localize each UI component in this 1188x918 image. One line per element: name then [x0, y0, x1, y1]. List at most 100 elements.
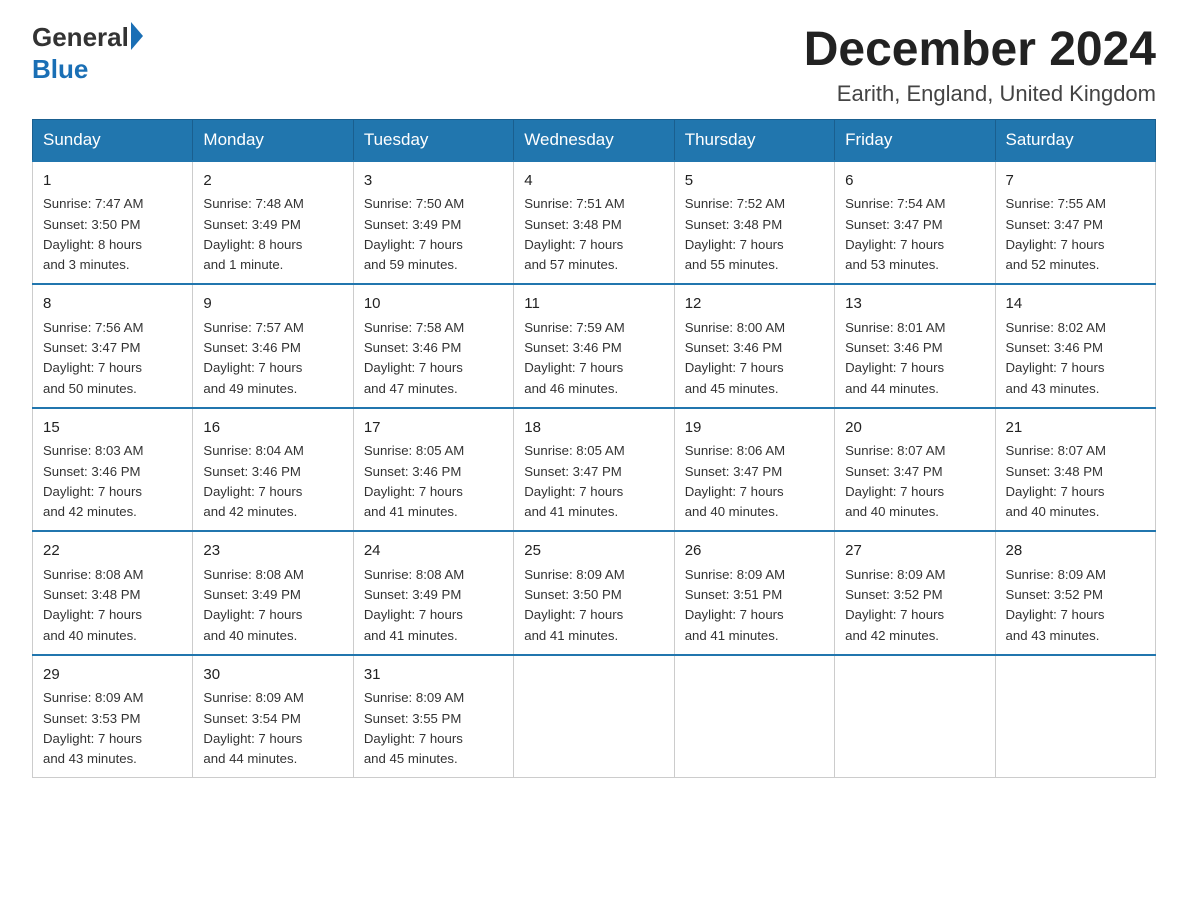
header-day-sunday: Sunday: [33, 119, 193, 161]
week-row-4: 22Sunrise: 8:08 AMSunset: 3:48 PMDayligh…: [33, 531, 1156, 655]
day-info: Sunrise: 7:50 AMSunset: 3:49 PMDaylight:…: [364, 196, 464, 272]
day-info: Sunrise: 8:09 AMSunset: 3:50 PMDaylight:…: [524, 567, 624, 643]
header-day-friday: Friday: [835, 119, 995, 161]
day-number: 26: [685, 540, 824, 563]
week-row-2: 8 Sunrise: 7:56 AMSunset: 3:47 PMDaylight…: [33, 284, 1156, 408]
day-number: 31: [364, 664, 503, 687]
day-info: Sunrise: 7:55 AMSunset: 3:47 PMDaylight:…: [1006, 196, 1106, 272]
calendar-cell: 15Sunrise: 8:03 AMSunset: 3:46 PMDayligh…: [33, 408, 193, 532]
calendar-cell: 26 Sunrise: 8:09 AMSunset: 3:51 PMDayligh…: [674, 531, 834, 655]
calendar-body: 1 Sunrise: 7:47 AMSunset: 3:50 PMDaylight…: [33, 161, 1156, 778]
header-day-monday: Monday: [193, 119, 353, 161]
day-number: 20: [845, 417, 984, 440]
calendar-cell: 31 Sunrise: 8:09 AMSunset: 3:55 PMDayligh…: [353, 655, 513, 778]
day-number: 24: [364, 540, 503, 563]
calendar-cell: 28Sunrise: 8:09 AMSunset: 3:52 PMDayligh…: [995, 531, 1155, 655]
page-header: General Blue December 2024 Earith, Engla…: [32, 24, 1156, 107]
calendar-cell: 14 Sunrise: 8:02 AMSunset: 3:46 PMDayligh…: [995, 284, 1155, 408]
day-info: Sunrise: 7:52 AMSunset: 3:48 PMDaylight:…: [685, 196, 785, 272]
week-row-5: 29 Sunrise: 8:09 AMSunset: 3:53 PMDayligh…: [33, 655, 1156, 778]
day-info: Sunrise: 8:09 AMSunset: 3:52 PMDaylight:…: [845, 567, 945, 643]
day-number: 25: [524, 540, 663, 563]
header-row: SundayMondayTuesdayWednesdayThursdayFrid…: [33, 119, 1156, 161]
day-number: 6: [845, 170, 984, 193]
day-number: 5: [685, 170, 824, 193]
day-info: Sunrise: 8:08 AMSunset: 3:49 PMDaylight:…: [364, 567, 464, 643]
logo-triangle-icon: [131, 22, 143, 50]
location-subtitle: Earith, England, United Kingdom: [804, 81, 1156, 107]
day-info: Sunrise: 7:59 AMSunset: 3:46 PMDaylight:…: [524, 320, 624, 396]
calendar-cell: 17 Sunrise: 8:05 AMSunset: 3:46 PMDayligh…: [353, 408, 513, 532]
day-number: 13: [845, 293, 984, 316]
calendar-cell: 9 Sunrise: 7:57 AMSunset: 3:46 PMDaylight…: [193, 284, 353, 408]
calendar-cell: 22Sunrise: 8:08 AMSunset: 3:48 PMDayligh…: [33, 531, 193, 655]
day-info: Sunrise: 8:09 AMSunset: 3:53 PMDaylight:…: [43, 690, 143, 766]
day-info: Sunrise: 7:47 AMSunset: 3:50 PMDaylight:…: [43, 196, 143, 272]
day-info: Sunrise: 8:09 AMSunset: 3:51 PMDaylight:…: [685, 567, 785, 643]
day-info: Sunrise: 8:05 AMSunset: 3:46 PMDaylight:…: [364, 443, 464, 519]
day-number: 9: [203, 293, 342, 316]
day-number: 4: [524, 170, 663, 193]
day-info: Sunrise: 7:56 AMSunset: 3:47 PMDaylight:…: [43, 320, 143, 396]
logo-blue: Blue: [32, 54, 88, 84]
header-day-saturday: Saturday: [995, 119, 1155, 161]
day-number: 19: [685, 417, 824, 440]
day-info: Sunrise: 7:58 AMSunset: 3:46 PMDaylight:…: [364, 320, 464, 396]
logo-general: General: [32, 22, 129, 52]
calendar-cell: 27 Sunrise: 8:09 AMSunset: 3:52 PMDayligh…: [835, 531, 995, 655]
calendar-cell: 11Sunrise: 7:59 AMSunset: 3:46 PMDayligh…: [514, 284, 674, 408]
day-number: 14: [1006, 293, 1145, 316]
title-area: December 2024 Earith, England, United Ki…: [804, 24, 1156, 107]
calendar-cell: 4 Sunrise: 7:51 AMSunset: 3:48 PMDaylight…: [514, 161, 674, 285]
day-info: Sunrise: 8:09 AMSunset: 3:55 PMDaylight:…: [364, 690, 464, 766]
day-info: Sunrise: 7:57 AMSunset: 3:46 PMDaylight:…: [203, 320, 303, 396]
calendar-cell: 19 Sunrise: 8:06 AMSunset: 3:47 PMDayligh…: [674, 408, 834, 532]
day-number: 22: [43, 540, 182, 563]
day-number: 21: [1006, 417, 1145, 440]
calendar-cell: [674, 655, 834, 778]
header-day-wednesday: Wednesday: [514, 119, 674, 161]
day-info: Sunrise: 8:07 AMSunset: 3:48 PMDaylight:…: [1006, 443, 1106, 519]
day-info: Sunrise: 8:01 AMSunset: 3:46 PMDaylight:…: [845, 320, 945, 396]
calendar-cell: 25 Sunrise: 8:09 AMSunset: 3:50 PMDayligh…: [514, 531, 674, 655]
month-title: December 2024: [804, 24, 1156, 77]
calendar-cell: 2Sunrise: 7:48 AMSunset: 3:49 PMDaylight…: [193, 161, 353, 285]
calendar-cell: [995, 655, 1155, 778]
day-info: Sunrise: 8:02 AMSunset: 3:46 PMDaylight:…: [1006, 320, 1106, 396]
calendar-cell: 13 Sunrise: 8:01 AMSunset: 3:46 PMDayligh…: [835, 284, 995, 408]
day-number: 17: [364, 417, 503, 440]
day-number: 10: [364, 293, 503, 316]
calendar-cell: 10 Sunrise: 7:58 AMSunset: 3:46 PMDayligh…: [353, 284, 513, 408]
week-row-1: 1 Sunrise: 7:47 AMSunset: 3:50 PMDaylight…: [33, 161, 1156, 285]
calendar-cell: 20 Sunrise: 8:07 AMSunset: 3:47 PMDayligh…: [835, 408, 995, 532]
day-info: Sunrise: 8:04 AMSunset: 3:46 PMDaylight:…: [203, 443, 303, 519]
calendar-cell: 16 Sunrise: 8:04 AMSunset: 3:46 PMDayligh…: [193, 408, 353, 532]
calendar-cell: 8 Sunrise: 7:56 AMSunset: 3:47 PMDaylight…: [33, 284, 193, 408]
day-number: 7: [1006, 170, 1145, 193]
day-info: Sunrise: 8:05 AMSunset: 3:47 PMDaylight:…: [524, 443, 624, 519]
day-number: 16: [203, 417, 342, 440]
calendar-cell: 29 Sunrise: 8:09 AMSunset: 3:53 PMDayligh…: [33, 655, 193, 778]
day-number: 28: [1006, 540, 1145, 563]
header-day-thursday: Thursday: [674, 119, 834, 161]
calendar-cell: 12 Sunrise: 8:00 AMSunset: 3:46 PMDayligh…: [674, 284, 834, 408]
day-number: 29: [43, 664, 182, 687]
day-number: 8: [43, 293, 182, 316]
day-number: 1: [43, 170, 182, 193]
day-number: 3: [364, 170, 503, 193]
calendar-cell: 6 Sunrise: 7:54 AMSunset: 3:47 PMDaylight…: [835, 161, 995, 285]
calendar-cell: 18Sunrise: 8:05 AMSunset: 3:47 PMDayligh…: [514, 408, 674, 532]
day-info: Sunrise: 7:54 AMSunset: 3:47 PMDaylight:…: [845, 196, 945, 272]
calendar-cell: 24 Sunrise: 8:08 AMSunset: 3:49 PMDayligh…: [353, 531, 513, 655]
day-info: Sunrise: 8:07 AMSunset: 3:47 PMDaylight:…: [845, 443, 945, 519]
day-number: 27: [845, 540, 984, 563]
day-info: Sunrise: 8:00 AMSunset: 3:46 PMDaylight:…: [685, 320, 785, 396]
day-info: Sunrise: 8:09 AMSunset: 3:54 PMDaylight:…: [203, 690, 303, 766]
day-info: Sunrise: 8:06 AMSunset: 3:47 PMDaylight:…: [685, 443, 785, 519]
calendar-cell: 5 Sunrise: 7:52 AMSunset: 3:48 PMDaylight…: [674, 161, 834, 285]
calendar-cell: 1 Sunrise: 7:47 AMSunset: 3:50 PMDaylight…: [33, 161, 193, 285]
day-info: Sunrise: 7:51 AMSunset: 3:48 PMDaylight:…: [524, 196, 624, 272]
day-number: 12: [685, 293, 824, 316]
calendar-cell: 30Sunrise: 8:09 AMSunset: 3:54 PMDayligh…: [193, 655, 353, 778]
day-info: Sunrise: 8:03 AMSunset: 3:46 PMDaylight:…: [43, 443, 143, 519]
